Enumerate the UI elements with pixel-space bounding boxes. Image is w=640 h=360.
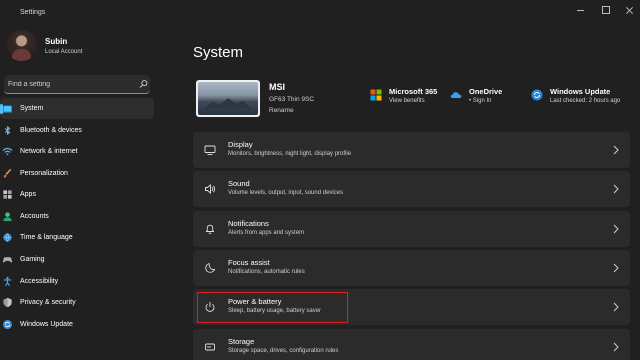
card-subtitle: Monitors, brightness, night light, displ…: [228, 151, 352, 157]
sidebar-item-label: Accounts: [20, 213, 49, 220]
chevron-right-icon: [613, 145, 619, 155]
card-storage[interactable]: Storage Storage space, drives, configura…: [193, 329, 630, 360]
chevron-right-icon: [613, 224, 619, 234]
device-model: GF63 Thin 9SC: [269, 96, 315, 103]
sidebar-item-network-internet[interactable]: Network & internet: [0, 141, 154, 162]
wifi-icon: [2, 147, 13, 156]
cloud-icon: [450, 92, 462, 98]
card-notifications[interactable]: Notifications Alerts from apps and syste…: [193, 211, 630, 247]
quick-link-title: Microsoft 365: [389, 87, 438, 96]
wallpaper-image: [198, 82, 258, 115]
speaker-icon: [205, 184, 216, 194]
rename-link[interactable]: Rename: [269, 107, 294, 114]
card-title: Notifications: [228, 219, 269, 228]
sidebar-item-label: Windows Update: [20, 321, 73, 328]
bluetooth-icon: [4, 126, 11, 135]
quick-link-title: Windows Update: [550, 87, 611, 96]
sidebar-item-label: Network & internet: [20, 148, 78, 155]
sidebar-item-label: Personalization: [20, 170, 68, 177]
search-input[interactable]: [8, 77, 132, 91]
sidebar-item-accounts[interactable]: Accounts: [0, 206, 154, 227]
quick-link-title: OneDrive: [469, 87, 503, 96]
search-box[interactable]: [4, 75, 150, 94]
sidebar-item-apps[interactable]: Apps: [0, 184, 154, 205]
sidebar-item-windows-update[interactable]: Windows Update: [0, 314, 154, 335]
close-icon[interactable]: [623, 4, 637, 16]
card-subtitle: Alerts from apps and system: [228, 230, 305, 236]
card-focus-assist[interactable]: Focus assist Notifications, automatic ru…: [193, 250, 630, 286]
title-bar: Settings: [0, 0, 640, 24]
gamepad-icon: [2, 257, 13, 263]
microsoft-logo-icon: [370, 89, 382, 101]
brush-icon: [3, 168, 12, 178]
sidebar-item-label: Privacy & security: [20, 299, 76, 306]
card-subtitle: Notifications, automatic rules: [228, 269, 305, 275]
sidebar-item-time-language[interactable]: Time & language: [0, 227, 154, 248]
sidebar-item-privacy-security[interactable]: Privacy & security: [0, 292, 154, 313]
chevron-right-icon: [613, 263, 619, 273]
card-subtitle: Storage space, drives, configuration rul…: [228, 348, 339, 354]
search-icon[interactable]: [139, 79, 148, 89]
card-title: Focus assist: [228, 258, 270, 267]
display-icon: [204, 145, 216, 155]
sidebar-item-label: Apps: [20, 191, 36, 198]
shield-icon: [3, 297, 12, 308]
sidebar-item-label: Gaming: [20, 256, 45, 263]
card-title: Display: [228, 140, 253, 149]
chevron-right-icon: [613, 302, 619, 312]
card-subtitle: Volume levels, output, input, sound devi…: [228, 190, 344, 196]
card-sound[interactable]: Sound Volume levels, output, input, soun…: [193, 171, 630, 207]
sidebar-item-bluetooth-devices[interactable]: Bluetooth & devices: [0, 120, 154, 141]
apps-icon: [3, 190, 12, 199]
sidebar-item-label: Accessibility: [20, 278, 59, 285]
page-title: System: [193, 44, 244, 61]
minimize-icon[interactable]: [574, 4, 588, 16]
sidebar-item-label: System: [20, 105, 44, 112]
update-icon: [2, 319, 13, 330]
sidebar-item-label: Time & language: [20, 234, 73, 241]
bell-icon: [205, 224, 215, 234]
quick-link-subtitle: View benefits: [389, 98, 425, 104]
user-account-type: Local Account: [45, 49, 83, 55]
accessibility-icon: [3, 276, 12, 287]
window-title: Settings: [20, 9, 46, 16]
update-icon: [531, 89, 543, 101]
chevron-right-icon: [613, 184, 619, 194]
user-name: Subin: [45, 37, 68, 46]
quick-link-subtitle: Last checked: 2 hours ago: [550, 98, 621, 104]
maximize-icon[interactable]: [599, 4, 613, 16]
globe-clock-icon: [3, 233, 12, 242]
sidebar-item-accessibility[interactable]: Accessibility: [0, 271, 154, 292]
card-title: Sound: [228, 179, 250, 188]
laptop-icon: [2, 105, 13, 113]
storage-icon: [205, 343, 215, 351]
card-title: Storage: [228, 337, 255, 346]
card-display[interactable]: Display Monitors, brightness, night ligh…: [193, 132, 630, 168]
person-icon: [3, 212, 12, 222]
quick-link-subtitle: • Sign In: [469, 98, 492, 104]
sidebar-item-personalization[interactable]: Personalization: [0, 163, 154, 184]
avatar[interactable]: [6, 30, 37, 61]
chevron-right-icon: [613, 342, 619, 352]
sidebar-item-system[interactable]: System: [0, 98, 154, 119]
moon-icon: [205, 262, 216, 273]
sidebar-item-label: Bluetooth & devices: [20, 127, 82, 134]
device-thumbnail: [196, 80, 260, 117]
highlight-annotation: [197, 292, 348, 323]
device-name: MSI: [269, 82, 286, 92]
sidebar-item-gaming[interactable]: Gaming: [0, 249, 154, 270]
